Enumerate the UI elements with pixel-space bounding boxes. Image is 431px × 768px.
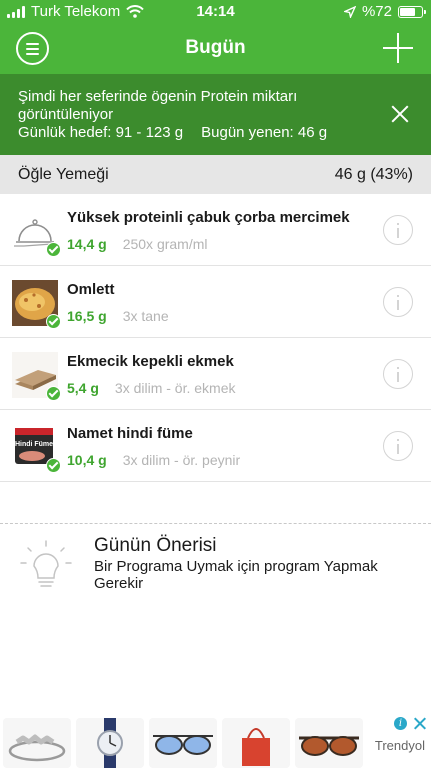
portion: 3x tane: [122, 308, 169, 324]
pack-label: Hindi Füme: [15, 441, 53, 448]
battery-percentage: %72: [361, 3, 392, 20]
daily-goal: Günlük hedef: 91 - 123 g: [18, 124, 184, 141]
info-icon[interactable]: [383, 287, 413, 317]
portion: 3x dilim - ör. ekmek: [114, 380, 236, 396]
location-arrow-icon: [343, 5, 356, 18]
meal-total: 46 g (43%): [334, 165, 413, 183]
protein-amount: 14,4 g: [67, 236, 107, 252]
food-name: Namet hindi füme: [67, 425, 193, 442]
check-icon: [46, 386, 61, 401]
info-icon[interactable]: [383, 359, 413, 389]
watch-icon[interactable]: [76, 718, 144, 768]
battery-icon: [398, 5, 426, 18]
divider: [0, 523, 431, 524]
sunglasses-icon[interactable]: [295, 718, 363, 768]
food-item[interactable]: Yüksek proteinli çabuk çorba mercimek 14…: [0, 194, 431, 266]
ring-icon[interactable]: [3, 718, 71, 768]
ad-brand: Trendyol: [374, 738, 425, 753]
food-item[interactable]: Omlett 16,5 g 3x tane: [0, 266, 431, 338]
check-icon: [46, 314, 61, 329]
info-icon[interactable]: [383, 215, 413, 245]
check-icon: [46, 458, 61, 473]
meal-name: Öğle Yemeği: [18, 165, 109, 183]
tip-title: Günün Önerisi: [94, 535, 217, 556]
notice-message: Şimdi her seferinde ögenin Protein mikta…: [18, 88, 298, 123]
tip-text: Bir Programa Uymak için program Yapmak G…: [94, 558, 378, 592]
food-name: Yüksek proteinli çabuk çorba mercimek: [67, 209, 350, 226]
nav-bar: Bugün: [0, 24, 431, 74]
protein-amount: 5,4 g: [67, 380, 99, 396]
food-list: Yüksek proteinli çabuk çorba mercimek 14…: [0, 194, 431, 482]
food-name: Ekmecik kepekli ekmek: [67, 353, 234, 370]
ad-banner[interactable]: i Trendyol: [0, 714, 431, 768]
protein-amount: 16,5 g: [67, 308, 107, 324]
sunglasses-icon[interactable]: [149, 718, 217, 768]
tote-bag-icon[interactable]: [222, 718, 290, 768]
page-title: Bugün: [185, 37, 246, 58]
ad-close-icon[interactable]: [413, 717, 426, 730]
status-bar: Turk Telekom 14:14 %72: [0, 0, 431, 24]
food-item[interactable]: Hindi Füme Namet hindi füme 10,4 g 3x di…: [0, 410, 431, 482]
check-icon: [46, 242, 61, 257]
protein-amount: 10,4 g: [67, 452, 107, 468]
protein-notice-banner: Şimdi her seferinde ögenin Protein mikta…: [0, 74, 431, 155]
lightbulb-icon: [20, 540, 72, 587]
info-icon[interactable]: [383, 431, 413, 461]
food-name: Omlett: [67, 281, 115, 298]
ad-info-icon[interactable]: i: [394, 717, 407, 730]
meal-header[interactable]: Öğle Yemeği 46 g (43%): [0, 155, 431, 194]
eaten-today: Bugün yenen: 46 g: [201, 124, 328, 141]
portion: 250x gram/ml: [122, 236, 208, 252]
portion: 3x dilim - ör. peynir: [122, 452, 241, 468]
add-plus-icon[interactable]: [383, 33, 413, 63]
close-icon[interactable]: [391, 105, 409, 123]
food-item[interactable]: Ekmecik kepekli ekmek 5,4 g 3x dilim - ö…: [0, 338, 431, 410]
